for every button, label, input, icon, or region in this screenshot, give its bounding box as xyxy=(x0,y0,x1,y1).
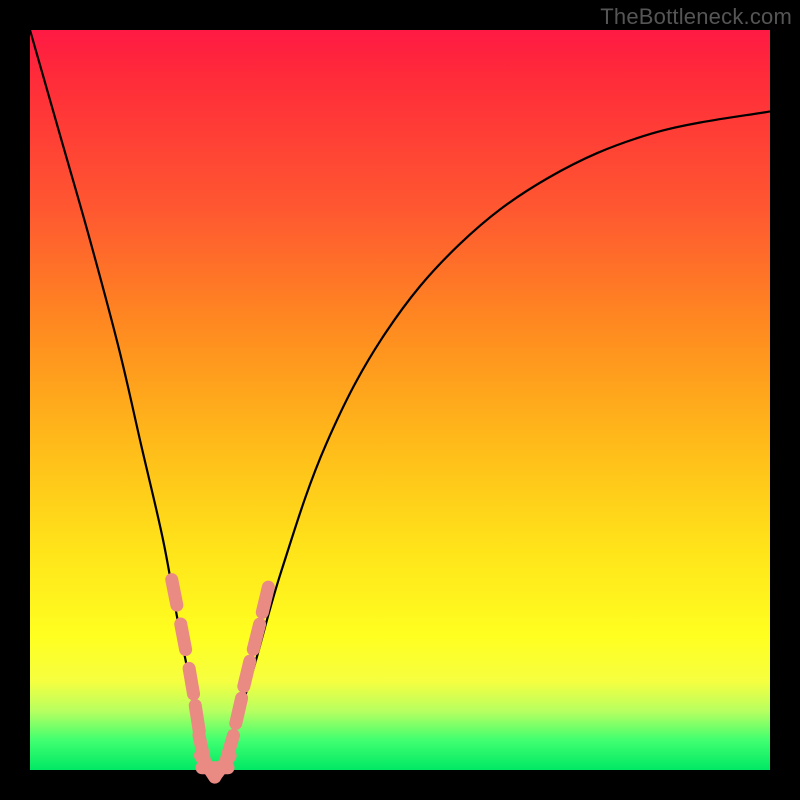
highlight-dash xyxy=(262,587,268,612)
highlight-dash xyxy=(172,580,177,605)
highlight-dash xyxy=(236,698,242,723)
plot-area xyxy=(30,30,770,770)
highlight-dash xyxy=(189,668,193,694)
highlight-dash xyxy=(195,705,199,731)
highlight-dash xyxy=(181,624,186,650)
bottleneck-curve xyxy=(30,30,770,771)
highlight-dash xyxy=(244,661,250,686)
highlight-markers xyxy=(172,580,269,777)
chart-frame: TheBottleneck.com xyxy=(0,0,800,800)
highlight-dash xyxy=(253,624,259,649)
watermark-text: TheBottleneck.com xyxy=(600,4,792,30)
curve-path xyxy=(30,30,770,771)
curve-layer xyxy=(30,30,770,770)
highlight-dash xyxy=(226,735,233,760)
